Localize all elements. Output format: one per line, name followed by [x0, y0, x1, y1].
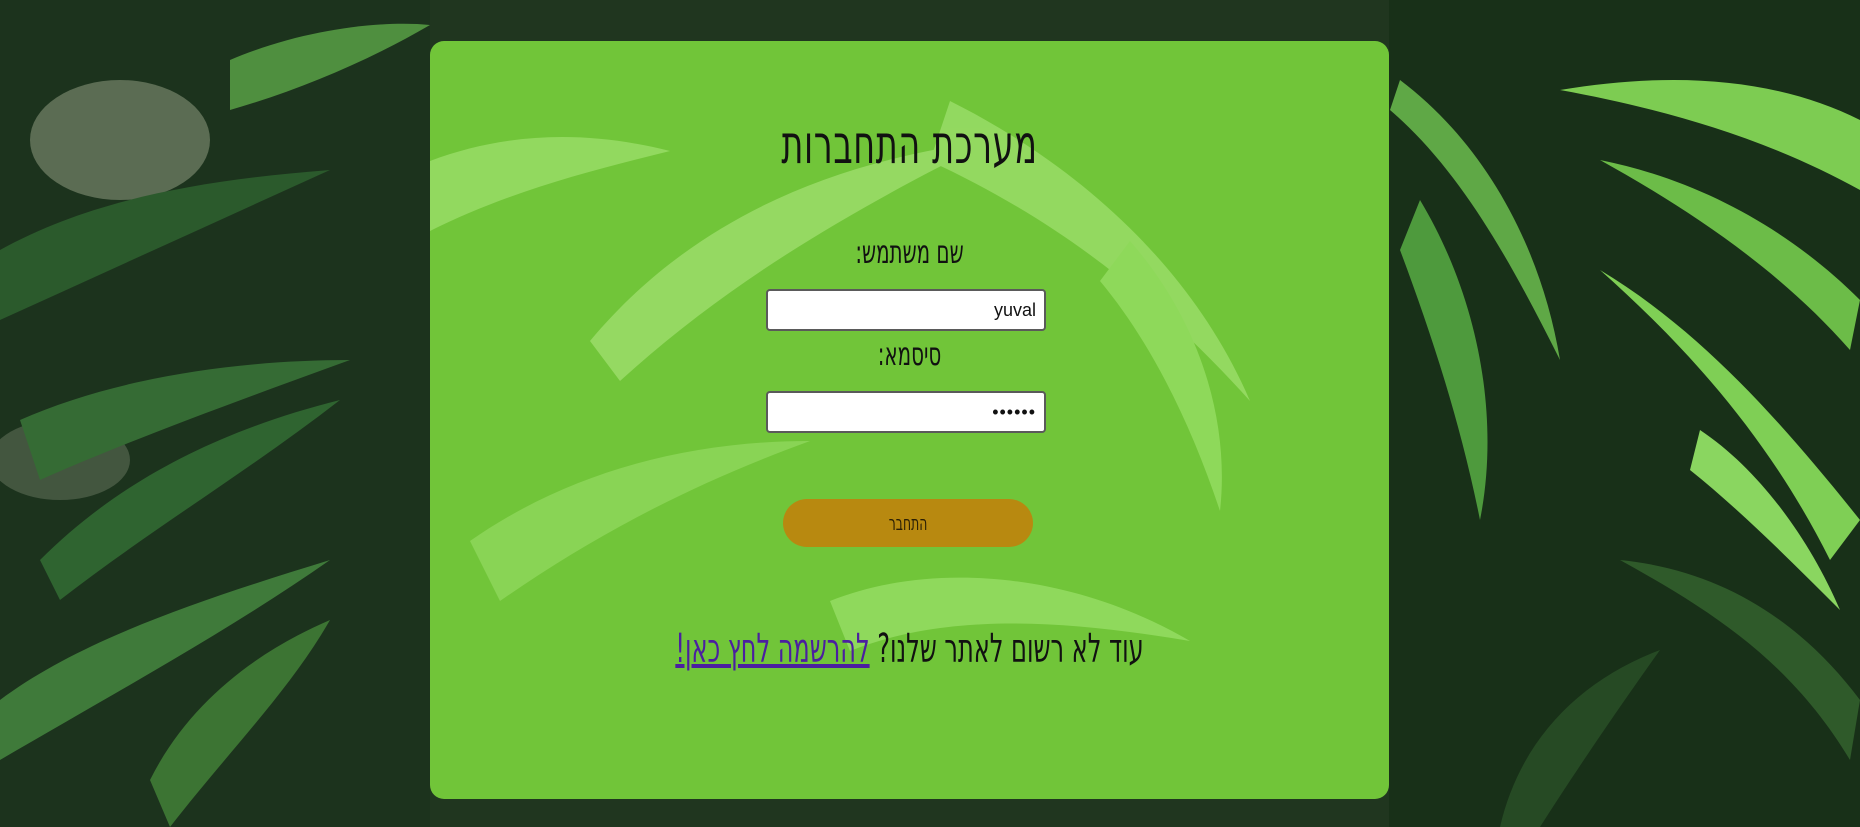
- register-prompt-line: עוד לא רשום לאתר שלנו? להרשמה לחץ כאן!: [622, 626, 1197, 672]
- login-panel: מערכת התחברות שם משתמש: סיסמא: התחבר עוד…: [430, 41, 1389, 799]
- username-label: שם משתמש:: [855, 233, 964, 271]
- login-button-label: התחבר: [888, 511, 928, 535]
- username-input[interactable]: [766, 289, 1046, 331]
- page-title: מערכת התחברות: [781, 113, 1038, 176]
- password-input[interactable]: [766, 391, 1046, 433]
- register-link[interactable]: להרשמה לחץ כאן!: [675, 626, 869, 672]
- password-label: סיסמא:: [877, 335, 942, 373]
- login-button[interactable]: התחבר: [783, 499, 1033, 547]
- register-prompt-text: עוד לא רשום לאתר שלנו?: [869, 626, 1144, 672]
